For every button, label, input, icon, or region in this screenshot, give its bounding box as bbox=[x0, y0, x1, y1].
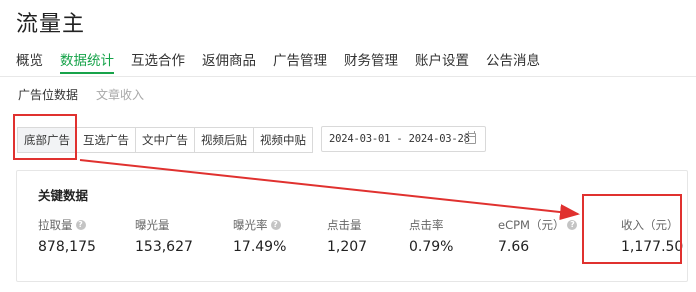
key-data-title: 关键数据 bbox=[38, 188, 89, 203]
metric-label: 曝光率 bbox=[233, 218, 268, 232]
help-icon[interactable]: ? bbox=[75, 220, 86, 230]
metric-click-count: 点击量 1,207 bbox=[327, 217, 367, 255]
metric-label: 曝光量 bbox=[135, 218, 170, 232]
metric-value: 1,207 bbox=[327, 239, 368, 255]
metric-exposure-rate: 曝光率? 17.49% bbox=[233, 217, 286, 255]
tab-mutual-cooperation[interactable]: 互选合作 bbox=[131, 50, 185, 74]
tab-data-stats[interactable]: 数据统计 bbox=[60, 50, 114, 74]
metric-click-rate: 点击率 0.79% bbox=[409, 217, 453, 255]
metric-exposure-count: 曝光量 153,627 bbox=[135, 217, 193, 255]
nav-divider bbox=[0, 76, 696, 77]
subtab-article-income[interactable]: 文章收入 bbox=[96, 86, 144, 103]
metric-label: eCPM（元） bbox=[498, 218, 565, 232]
metric-ecpm: eCPM（元）? 7.66 bbox=[498, 217, 578, 255]
metric-value: 153,627 bbox=[135, 239, 193, 255]
ad-type-video-post[interactable]: 视频后贴 bbox=[194, 127, 254, 153]
metric-value: 7.66 bbox=[498, 239, 530, 255]
date-range-picker[interactable]: 2024-03-01 - 2024-03-28 bbox=[321, 126, 486, 152]
metric-label: 拉取量 bbox=[38, 218, 73, 232]
subtab-ad-slot-data[interactable]: 广告位数据 bbox=[18, 86, 78, 103]
tab-finance[interactable]: 财务管理 bbox=[344, 50, 398, 74]
metric-label: 点击量 bbox=[327, 218, 362, 232]
metric-value: 0.79% bbox=[409, 239, 454, 255]
tab-overview[interactable]: 概览 bbox=[16, 50, 43, 74]
metric-value: 17.49% bbox=[233, 239, 287, 255]
ad-type-video-mid[interactable]: 视频中贴 bbox=[253, 127, 313, 153]
help-icon[interactable]: ? bbox=[270, 220, 281, 230]
sub-nav: 广告位数据 文章收入 bbox=[18, 86, 144, 103]
date-range-value: 2024-03-01 - 2024-03-28 bbox=[329, 133, 470, 145]
ad-type-mutual[interactable]: 互选广告 bbox=[76, 127, 136, 153]
ad-type-in-article[interactable]: 文中广告 bbox=[135, 127, 195, 153]
highlight-box-income bbox=[582, 194, 682, 264]
highlight-box-ad-type bbox=[13, 114, 77, 160]
tab-announcements[interactable]: 公告消息 bbox=[486, 50, 540, 74]
metric-value: 878,175 bbox=[38, 239, 96, 255]
calendar-icon[interactable] bbox=[465, 131, 476, 144]
main-nav: 概览 数据统计 互选合作 返佣商品 广告管理 财务管理 账户设置 公告消息 bbox=[16, 50, 557, 78]
metric-pull-count: 拉取量? 878,175 bbox=[38, 217, 96, 255]
tab-account-settings[interactable]: 账户设置 bbox=[415, 50, 469, 74]
tab-ad-management[interactable]: 广告管理 bbox=[273, 50, 327, 74]
metric-label: 点击率 bbox=[409, 218, 444, 232]
help-icon[interactable]: ? bbox=[567, 220, 578, 230]
app-title: 流量主 bbox=[16, 12, 86, 37]
tab-commission-products[interactable]: 返佣商品 bbox=[202, 50, 256, 74]
